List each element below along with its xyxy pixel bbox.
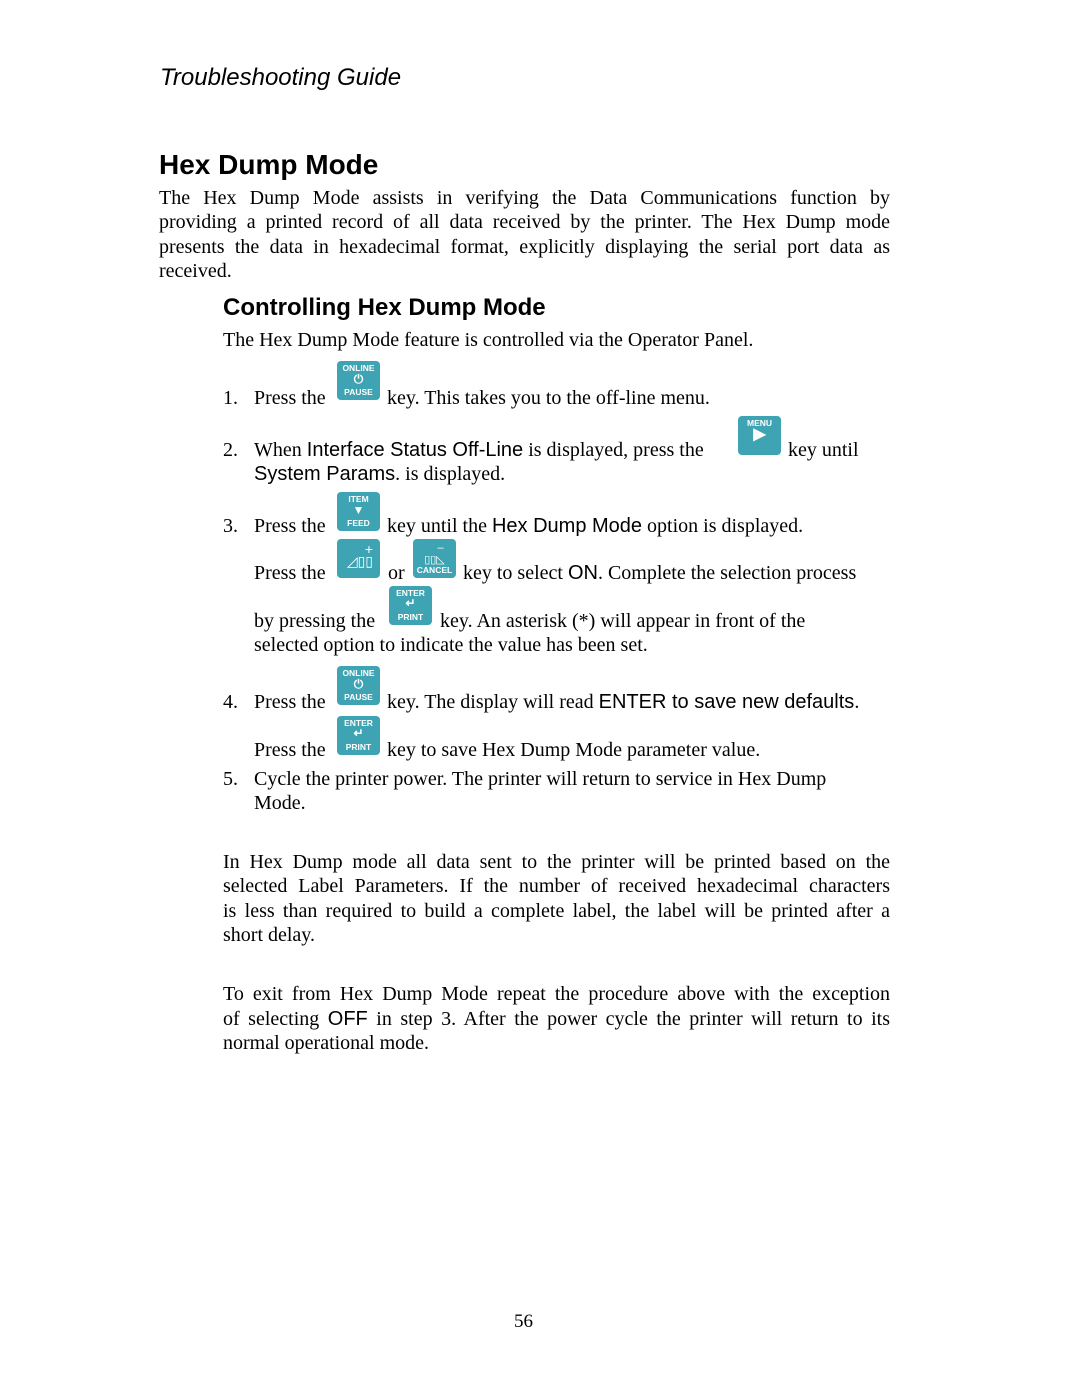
lead-text: The Hex Dump Mode feature is controlled … bbox=[223, 329, 754, 351]
enter-print-key: ENTER ↵ PRINT bbox=[389, 586, 432, 625]
step-text: System Params. is displayed. bbox=[254, 462, 505, 486]
key-label: PAUSE bbox=[344, 387, 373, 397]
display-message: Interface Status Off-Line bbox=[306, 439, 524, 461]
menu-key: MENU ▶ bbox=[738, 416, 781, 455]
step-text: key. The display will read ENTER to save… bbox=[387, 690, 859, 714]
plus-key: + ◿▯▯ bbox=[337, 539, 380, 578]
step-text: or bbox=[388, 562, 405, 584]
key-label: PAUSE bbox=[344, 692, 373, 702]
text: is displayed, press the bbox=[523, 439, 704, 461]
step-text: Press the bbox=[254, 515, 326, 537]
text: of selecting bbox=[223, 1008, 328, 1030]
text: option is displayed. bbox=[642, 515, 804, 537]
enter-print-key: ENTER ↵ PRINT bbox=[337, 716, 380, 755]
step-text: Press the bbox=[254, 562, 326, 584]
return-arrow-icon: ↵ bbox=[405, 596, 416, 610]
step-text: Cycle the printer power. The printer wil… bbox=[254, 768, 827, 790]
text-line: The Hex Dump Mode assists in verifying t… bbox=[159, 187, 890, 209]
running-header: Troubleshooting Guide bbox=[160, 64, 402, 91]
plus-signal-bars-icon: + ◿▯▯ bbox=[346, 541, 373, 569]
step-text: Mode. bbox=[254, 792, 306, 814]
step-number: 3. bbox=[223, 515, 238, 537]
triangle-down-icon: ▼ bbox=[352, 503, 365, 517]
step-text: key to select ON. Complete the selection… bbox=[463, 561, 856, 585]
play-right-icon: ▶ bbox=[753, 426, 766, 443]
cancel-key: – ▯▯◺ CANCEL bbox=[413, 539, 456, 578]
step-text: key. This takes you to the off-line menu… bbox=[387, 387, 710, 409]
text-line: To exit from Hex Dump Mode repeat the pr… bbox=[223, 983, 890, 1005]
display-message: System Params bbox=[254, 463, 396, 485]
text-line: short delay. bbox=[223, 924, 316, 946]
online-pause-key: ONLINE ⏻ PAUSE bbox=[337, 666, 380, 705]
text: . Complete the selection process bbox=[597, 562, 857, 584]
display-message: ENTER to save new defaults bbox=[598, 691, 855, 713]
text-line: normal operational mode. bbox=[223, 1032, 430, 1054]
page-title: Hex Dump Mode bbox=[159, 149, 379, 180]
key-label: PRINT bbox=[345, 742, 372, 752]
text: When bbox=[254, 439, 307, 461]
step-text: key to save Hex Dump Mode parameter valu… bbox=[387, 739, 761, 761]
step-text: key until the Hex Dump Mode option is di… bbox=[387, 514, 803, 538]
step-number: 4. bbox=[223, 691, 238, 713]
display-message: Hex Dump Mode bbox=[491, 515, 643, 537]
step-number: 1. bbox=[223, 387, 238, 409]
item-feed-key: ITEM ▼ FEED bbox=[337, 492, 380, 531]
text-line: is less than required to build a complet… bbox=[223, 900, 890, 922]
display-message: OFF bbox=[327, 1008, 368, 1030]
key-label: FEED bbox=[347, 518, 370, 528]
step-text: When Interface Status Off-Line is displa… bbox=[254, 438, 704, 462]
power-icon: ⏻ bbox=[353, 677, 364, 691]
key-label: PRINT bbox=[397, 612, 424, 622]
text: key. The display will read bbox=[387, 691, 599, 713]
return-arrow-icon: ↵ bbox=[353, 726, 364, 740]
page-number: 56 bbox=[514, 1311, 533, 1332]
text-line: received. bbox=[159, 260, 232, 282]
step-text: key until bbox=[788, 439, 859, 461]
text: . bbox=[854, 691, 860, 713]
document-page: Troubleshooting Guide Hex Dump Mode The … bbox=[0, 0, 1080, 1397]
step-number: 2. bbox=[223, 439, 238, 461]
online-pause-key: ONLINE ⏻ PAUSE bbox=[337, 361, 380, 400]
text: key to select bbox=[463, 562, 568, 584]
minus-signal-bars-icon: – ▯▯◺ bbox=[424, 542, 445, 566]
text-line: presents the data in hexadecimal format,… bbox=[159, 236, 890, 258]
step-text: by pressing the bbox=[254, 610, 376, 632]
text: in step 3. After the power cycle the pri… bbox=[367, 1008, 890, 1030]
text-line: of selecting OFF in step 3. After the po… bbox=[223, 1007, 890, 1031]
step-text: Press the bbox=[254, 739, 326, 761]
step-text: key. An asterisk (*) will appear in fron… bbox=[440, 610, 806, 632]
text-line: providing a printed record of all data r… bbox=[159, 211, 890, 233]
step-number: 5. bbox=[223, 768, 238, 790]
text-line: In Hex Dump mode all data sent to the pr… bbox=[223, 851, 890, 873]
display-message: ON bbox=[567, 562, 598, 584]
step-text: selected option to indicate the value ha… bbox=[254, 634, 648, 656]
section-heading: Controlling Hex Dump Mode bbox=[223, 294, 546, 321]
text: . is displayed. bbox=[395, 463, 506, 485]
text-line: selected Label Parameters. If the number… bbox=[223, 875, 890, 897]
power-icon: ⏻ bbox=[353, 372, 364, 386]
key-label: CANCEL bbox=[416, 565, 453, 575]
step-text: Press the bbox=[254, 691, 326, 713]
text: key until the bbox=[387, 515, 492, 537]
step-text: Press the bbox=[254, 387, 326, 409]
